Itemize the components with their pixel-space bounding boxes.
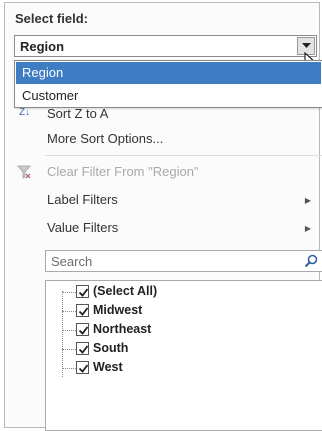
chevron-down-icon <box>302 43 311 48</box>
option-customer[interactable]: Customer <box>16 85 321 107</box>
list-item-label: West <box>93 360 123 374</box>
check-icon <box>78 345 89 354</box>
filter-panel: Select field: Region Region Customer Z↓ … <box>4 2 322 431</box>
field-select[interactable]: Region <box>14 35 317 57</box>
submenu-arrow-icon: ▶ <box>304 196 311 205</box>
divider <box>45 155 322 156</box>
checkbox[interactable] <box>76 361 89 374</box>
field-dropdown-list: Region Customer <box>14 60 322 108</box>
checkbox[interactable] <box>76 304 89 317</box>
label-filters-item[interactable]: Label Filters <box>47 192 118 207</box>
checkbox[interactable] <box>76 342 89 355</box>
list-item-label: South <box>93 341 129 355</box>
clear-filter-item: Clear Filter From "Region" <box>47 164 199 179</box>
search-input[interactable]: Search <box>45 250 322 272</box>
search-icon[interactable] <box>304 254 318 273</box>
clear-filter-icon <box>17 165 31 184</box>
select-field-label: Select field: <box>15 11 88 26</box>
check-icon <box>78 364 89 373</box>
list-item-label: Northeast <box>93 322 152 336</box>
list-item-label: Midwest <box>93 303 143 317</box>
option-region[interactable]: Region <box>16 62 321 84</box>
check-icon <box>78 307 89 316</box>
sort-z-a-icon: Z↓ <box>19 107 31 118</box>
field-select-value: Region <box>20 39 65 54</box>
checkbox[interactable] <box>76 323 89 336</box>
submenu-arrow-icon: ▶ <box>304 224 311 233</box>
search-placeholder: Search <box>51 254 93 269</box>
check-icon <box>78 326 89 335</box>
checkbox-list: (Select All) Midwest Northeast South Wes… <box>45 280 322 431</box>
checkbox[interactable] <box>76 285 89 298</box>
list-item-label: (Select All) <box>93 284 158 298</box>
more-sort-options-item[interactable]: More Sort Options... <box>47 131 163 146</box>
sort-z-to-a-item[interactable]: Sort Z to A <box>47 106 108 121</box>
value-filters-item[interactable]: Value Filters <box>47 220 118 235</box>
tree-line <box>62 291 63 377</box>
check-icon <box>78 288 89 297</box>
